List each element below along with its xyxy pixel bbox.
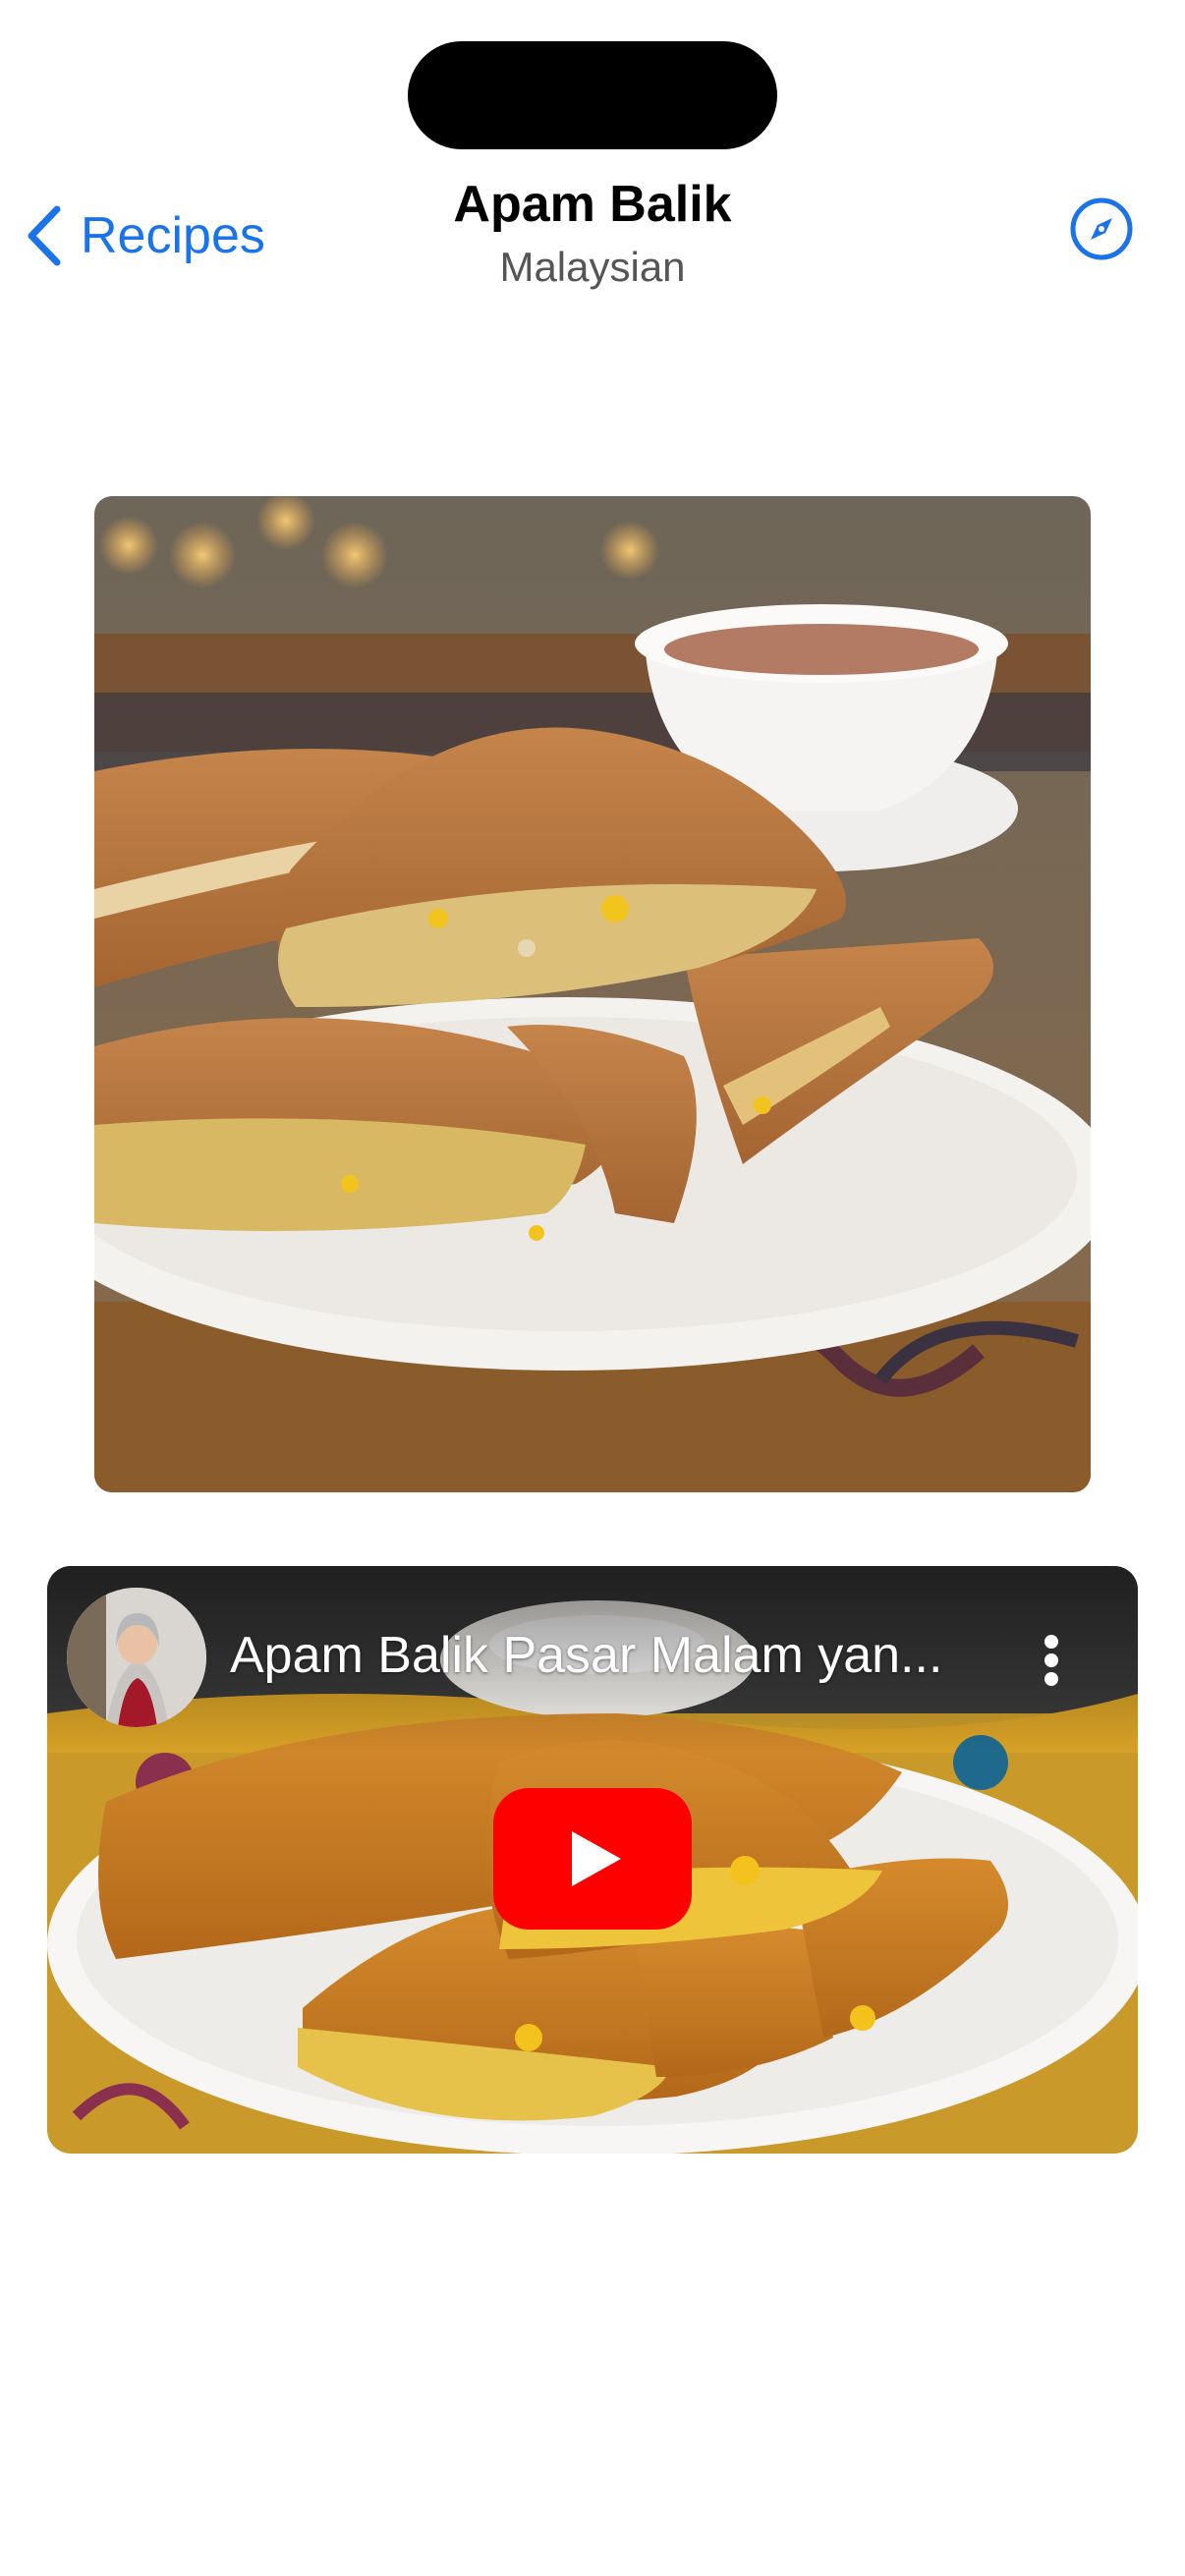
dynamic-island <box>408 41 777 149</box>
page-subtitle: Malaysian <box>499 244 686 290</box>
navigation-bar: Recipes Apam Balik Malaysian <box>0 167 1185 314</box>
channel-avatar[interactable] <box>67 1588 206 1727</box>
video-title[interactable]: Apam Balik Pasar Malam yan... <box>230 1621 1036 1690</box>
title-block: Apam Balik Malaysian <box>0 173 1185 295</box>
more-vertical-icon[interactable] <box>1044 1635 1059 1686</box>
compass-icon[interactable] <box>1069 196 1134 261</box>
youtube-play-icon[interactable] <box>493 1788 692 1930</box>
page-title: Apam Balik <box>453 176 732 233</box>
recipe-photo <box>94 496 1091 1492</box>
youtube-video-embed[interactable]: Apam Balik Pasar Malam yan... <box>47 1566 1138 2154</box>
